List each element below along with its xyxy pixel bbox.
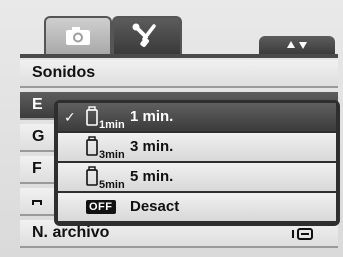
- menu-item-sounds[interactable]: Sonidos: [20, 60, 338, 88]
- file-number-icon: [292, 228, 313, 240]
- power-timer-icon: [86, 136, 98, 156]
- power-timer-icon: [86, 166, 98, 186]
- off-badge: OFF: [86, 200, 116, 214]
- option-label: Desact: [130, 198, 180, 215]
- option-off[interactable]: OFF Desact: [58, 193, 336, 221]
- option-5-min[interactable]: 5min 5 min.: [58, 163, 336, 191]
- check-icon: ✓: [64, 109, 76, 125]
- menu-item-label: N. archivo: [32, 224, 110, 241]
- menu-item-label: G: [32, 128, 45, 145]
- up-down-arrows-icon: [287, 41, 307, 49]
- option-label: 3 min.: [130, 138, 174, 155]
- settings-screen: Sonidos E G F N. archivo ✓ 1min 1 min. 3…: [0, 0, 343, 257]
- submenu-popup: ✓ 1min 1 min. 3min 3 min. 5min 5 min. OF…: [54, 100, 340, 226]
- menu-item-label: Sonidos: [32, 64, 96, 81]
- nav-hint: [259, 36, 335, 54]
- partial-icon: [32, 200, 42, 205]
- menu-item-label: E: [32, 96, 43, 113]
- option-label: 5 min.: [130, 168, 174, 185]
- camera-icon: [66, 27, 90, 45]
- option-1-min[interactable]: ✓ 1min 1 min.: [58, 103, 336, 131]
- option-label: 1 min.: [130, 108, 174, 125]
- tab-divider: [20, 54, 338, 58]
- wrench-screwdriver-icon: [132, 23, 156, 47]
- menu-item-label: F: [32, 160, 42, 177]
- tab-camera[interactable]: [44, 16, 112, 54]
- tab-setup[interactable]: [112, 16, 182, 54]
- power-timer-icon: [86, 106, 98, 126]
- option-3-min[interactable]: 3min 3 min.: [58, 133, 336, 161]
